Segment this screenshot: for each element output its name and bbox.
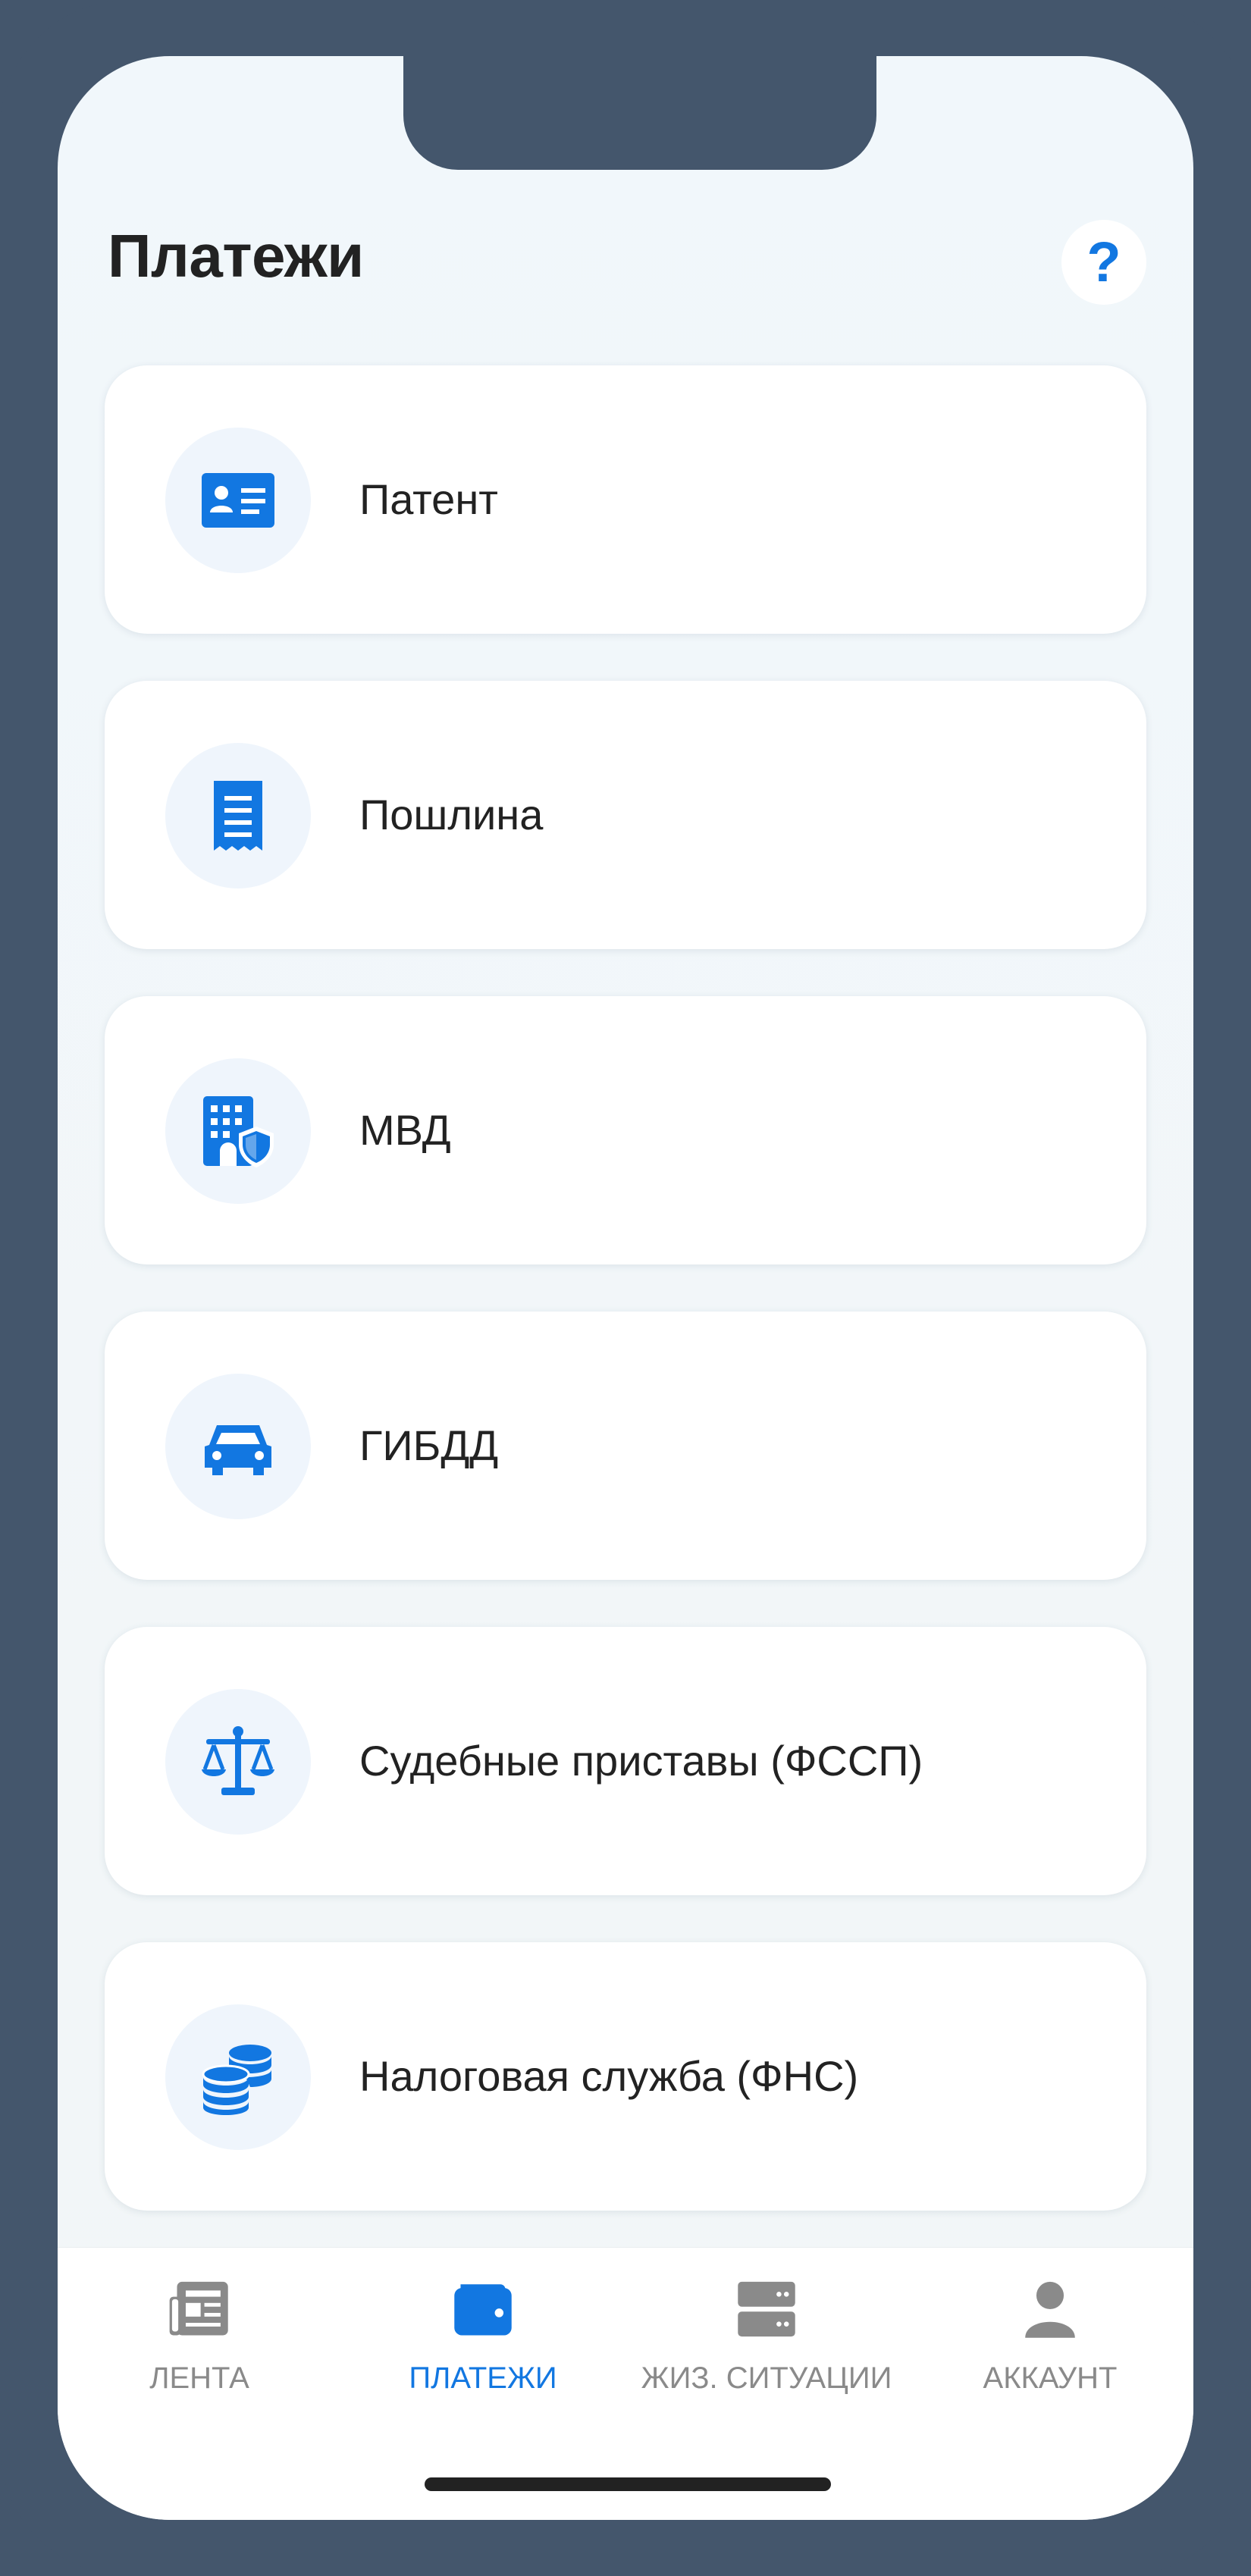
category-label: Налоговая служба (ФНС)	[359, 2052, 859, 2100]
receipt-icon	[165, 743, 311, 888]
tab-payments[interactable]: ПЛАТЕЖИ	[341, 2248, 625, 2399]
help-button[interactable]: ?	[1061, 220, 1146, 305]
home-indicator	[425, 2477, 831, 2491]
user-icon	[1025, 2281, 1075, 2338]
tab-life-situations[interactable]: ЖИЗ. СИТУАЦИИ	[625, 2248, 908, 2399]
payment-category-fee[interactable]: Пошлина	[105, 681, 1146, 949]
tab-label: ЖИЗ. СИТУАЦИИ	[641, 2361, 892, 2395]
building-shield-icon	[165, 1058, 311, 1204]
tab-label: ЛЕНТА	[149, 2361, 249, 2395]
category-label: Судебные приставы (ФССП)	[359, 1737, 923, 1785]
coins-icon	[165, 2004, 311, 2150]
payment-category-patent[interactable]: Патент	[105, 365, 1146, 634]
notch	[403, 56, 876, 170]
payment-category-fns[interactable]: Налоговая служба (ФНС)	[105, 1942, 1146, 2211]
tab-label: АККАУНТ	[983, 2361, 1118, 2395]
page-title: Платежи	[108, 222, 364, 290]
id-card-icon	[165, 428, 311, 573]
category-label: Патент	[359, 475, 498, 523]
tab-account[interactable]: АККАУНТ	[908, 2248, 1192, 2399]
tab-feed[interactable]: ЛЕНТА	[58, 2248, 341, 2399]
category-label: Пошлина	[359, 791, 544, 838]
screen: Платежи ? Патент Пошлина МВД ГИБДД Судеб…	[58, 56, 1193, 2520]
payment-category-gibdd[interactable]: ГИБДД	[105, 1312, 1146, 1580]
tab-label: ПЛАТЕЖИ	[409, 2361, 557, 2395]
category-label: МВД	[359, 1106, 451, 1154]
wallet-icon	[454, 2284, 512, 2336]
category-label: ГИБДД	[359, 1421, 499, 1469]
server-icon	[738, 2281, 795, 2337]
scales-icon	[165, 1689, 311, 1835]
newspaper-icon	[169, 2281, 228, 2336]
phone-frame: Платежи ? Патент Пошлина МВД ГИБДД Судеб…	[0, 0, 1251, 2576]
payment-category-mvd[interactable]: МВД	[105, 996, 1146, 1264]
car-icon	[165, 1374, 311, 1519]
payment-category-fssp[interactable]: Судебные приставы (ФССП)	[105, 1627, 1146, 1895]
